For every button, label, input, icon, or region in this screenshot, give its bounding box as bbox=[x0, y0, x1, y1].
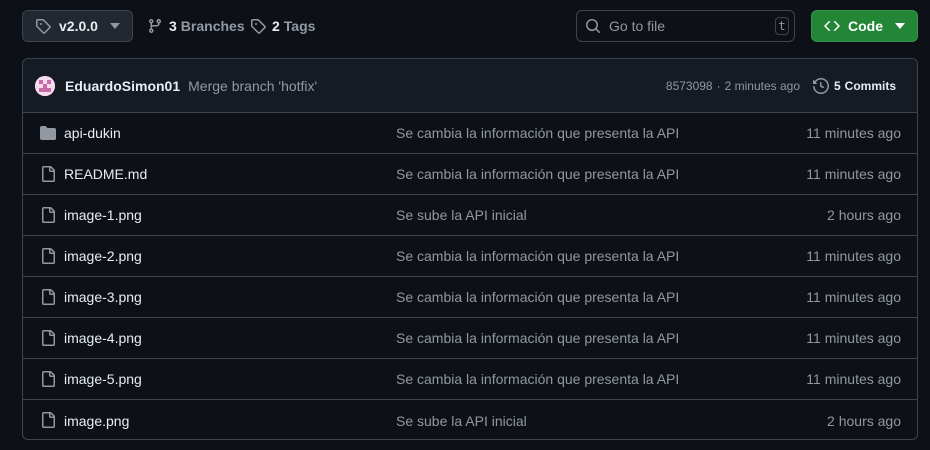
file-icon bbox=[40, 289, 56, 305]
code-button-label: Code bbox=[848, 18, 883, 34]
file-icon bbox=[40, 330, 56, 346]
file-commit-message-link[interactable]: Se cambia la información que presenta la… bbox=[396, 289, 679, 305]
chevron-down-icon bbox=[895, 23, 905, 29]
file-name-link[interactable]: image-1.png bbox=[64, 207, 142, 223]
file-row[interactable]: api-dukin Se cambia la información que pr… bbox=[23, 113, 917, 154]
keyboard-shortcut-hint: t bbox=[775, 17, 789, 35]
file-commit-time: 2 hours ago bbox=[827, 412, 901, 429]
file-commit-time: 11 minutes ago bbox=[806, 166, 901, 182]
search-icon bbox=[585, 18, 601, 34]
file-name-link[interactable]: image.png bbox=[64, 413, 129, 429]
file-row[interactable]: image.png Se sube la API inicial 2 hours a… bbox=[23, 400, 917, 439]
commit-author[interactable]: EduardoSimon01 bbox=[65, 78, 180, 94]
history-icon bbox=[812, 77, 829, 94]
file-list: api-dukin Se cambia la información que pr… bbox=[23, 113, 917, 439]
file-name-link[interactable]: README.md bbox=[64, 166, 147, 182]
tags-label: Tags bbox=[283, 18, 316, 34]
file-name-link[interactable]: image-4.png bbox=[64, 330, 142, 346]
file-table: EduardoSimon01 Merge branch 'hotfix' 857… bbox=[22, 58, 918, 440]
branches-link[interactable]: 3 Branches bbox=[147, 10, 245, 42]
avatar[interactable] bbox=[35, 75, 55, 96]
file-row[interactable]: README.md Se cambia la información que pr… bbox=[23, 154, 917, 195]
commit-meta: 8573098 · 2 minutes ago bbox=[666, 79, 800, 93]
file-row[interactable]: image-5.png Se cambia la información que … bbox=[23, 359, 917, 400]
tag-icon bbox=[250, 18, 266, 34]
branch-name: v2.0.0 bbox=[59, 18, 98, 34]
folder-icon bbox=[40, 125, 56, 141]
code-icon bbox=[824, 18, 840, 34]
file-commit-time: 11 minutes ago bbox=[806, 330, 901, 346]
commit-message[interactable]: Merge branch 'hotfix' bbox=[188, 78, 317, 94]
file-commit-message-link[interactable]: Se cambia la información que presenta la… bbox=[396, 125, 679, 141]
go-to-file-input[interactable] bbox=[609, 18, 769, 34]
branches-label: Branches bbox=[180, 18, 245, 34]
file-commit-message-link[interactable]: Se cambia la información que presenta la… bbox=[396, 248, 679, 264]
file-row[interactable]: image-4.png Se cambia la información que … bbox=[23, 318, 917, 359]
branches-count: 3 bbox=[169, 18, 177, 34]
file-commit-time: 11 minutes ago bbox=[806, 371, 901, 387]
commits-label: Commits bbox=[844, 78, 896, 93]
file-commit-time: 11 minutes ago bbox=[806, 248, 901, 264]
tag-icon bbox=[35, 18, 51, 34]
file-commit-time: 11 minutes ago bbox=[806, 125, 901, 141]
file-name-link[interactable]: image-3.png bbox=[64, 289, 142, 305]
file-icon bbox=[40, 207, 56, 223]
repo-toolbar: v2.0.0 3 Branches 2 Tags t Code bbox=[0, 0, 930, 56]
git-branch-icon bbox=[147, 18, 163, 34]
file-commit-time: 2 hours ago bbox=[827, 207, 901, 223]
file-row[interactable]: image-2.png Se cambia la información que … bbox=[23, 236, 917, 277]
commits-count: 5 bbox=[833, 78, 841, 93]
commit-time: 2 minutes ago bbox=[724, 78, 800, 93]
file-commit-message-link[interactable]: Se sube la API inicial bbox=[396, 207, 527, 223]
file-name-link[interactable]: api-dukin bbox=[64, 125, 121, 141]
file-name-link[interactable]: image-5.png bbox=[64, 371, 142, 387]
file-commit-message-link[interactable]: Se cambia la información que presenta la… bbox=[396, 330, 679, 346]
code-button[interactable]: Code bbox=[811, 10, 918, 42]
commits-history-link[interactable]: 5 Commits bbox=[812, 77, 896, 94]
branch-selector-button[interactable]: v2.0.0 bbox=[22, 10, 133, 42]
tags-link[interactable]: 2 Tags bbox=[250, 10, 315, 42]
go-to-file-search[interactable]: t bbox=[576, 10, 795, 42]
file-icon bbox=[40, 166, 56, 182]
file-row[interactable]: image-3.png Se cambia la información que … bbox=[23, 277, 917, 318]
file-commit-message-link[interactable]: Se cambia la información que presenta la… bbox=[396, 371, 679, 387]
separator: · bbox=[716, 78, 721, 93]
file-commit-message-link[interactable]: Se cambia la información que presenta la… bbox=[396, 166, 679, 182]
file-icon bbox=[40, 371, 56, 387]
file-icon bbox=[40, 412, 56, 428]
file-row[interactable]: image-1.png Se sube la API inicial 2 hours… bbox=[23, 195, 917, 236]
tags-count: 2 bbox=[272, 18, 280, 34]
chevron-down-icon bbox=[110, 23, 120, 29]
file-commit-time: 11 minutes ago bbox=[806, 289, 901, 305]
file-icon bbox=[40, 248, 56, 264]
file-commit-message-link[interactable]: Se sube la API inicial bbox=[396, 413, 527, 429]
commit-sha[interactable]: 8573098 bbox=[666, 79, 713, 93]
file-name-link[interactable]: image-2.png bbox=[64, 248, 142, 264]
latest-commit-bar: EduardoSimon01 Merge branch 'hotfix' 857… bbox=[23, 59, 917, 113]
